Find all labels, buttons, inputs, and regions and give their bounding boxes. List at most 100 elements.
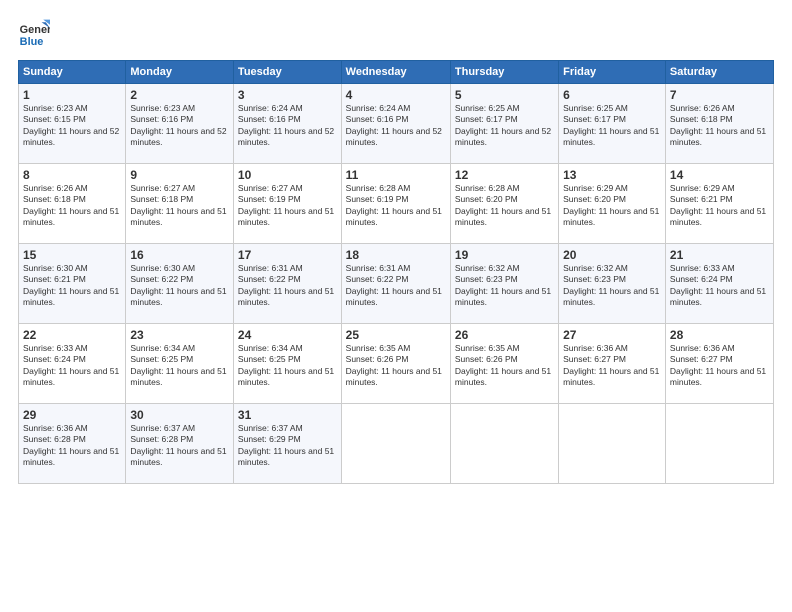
- calendar-header-sunday: Sunday: [19, 61, 126, 84]
- day-number: 23: [130, 328, 229, 342]
- header: General Blue: [18, 18, 774, 50]
- day-number: 19: [455, 248, 554, 262]
- calendar-cell: 20Sunrise: 6:32 AMSunset: 6:23 PMDayligh…: [559, 244, 666, 324]
- calendar-header-wednesday: Wednesday: [341, 61, 450, 84]
- day-info: Sunrise: 6:23 AMSunset: 6:15 PMDaylight:…: [23, 103, 121, 149]
- calendar-cell: 4Sunrise: 6:24 AMSunset: 6:16 PMDaylight…: [341, 84, 450, 164]
- day-number: 6: [563, 88, 661, 102]
- calendar-cell: 5Sunrise: 6:25 AMSunset: 6:17 PMDaylight…: [450, 84, 558, 164]
- day-info: Sunrise: 6:27 AMSunset: 6:18 PMDaylight:…: [130, 183, 229, 229]
- calendar-cell: 24Sunrise: 6:34 AMSunset: 6:25 PMDayligh…: [233, 324, 341, 404]
- calendar-cell: 11Sunrise: 6:28 AMSunset: 6:19 PMDayligh…: [341, 164, 450, 244]
- calendar-week-4: 22Sunrise: 6:33 AMSunset: 6:24 PMDayligh…: [19, 324, 774, 404]
- day-number: 13: [563, 168, 661, 182]
- day-number: 31: [238, 408, 337, 422]
- day-info: Sunrise: 6:29 AMSunset: 6:21 PMDaylight:…: [670, 183, 769, 229]
- calendar-cell: 26Sunrise: 6:35 AMSunset: 6:26 PMDayligh…: [450, 324, 558, 404]
- calendar-cell: 13Sunrise: 6:29 AMSunset: 6:20 PMDayligh…: [559, 164, 666, 244]
- day-info: Sunrise: 6:34 AMSunset: 6:25 PMDaylight:…: [130, 343, 229, 389]
- day-info: Sunrise: 6:32 AMSunset: 6:23 PMDaylight:…: [455, 263, 554, 309]
- day-info: Sunrise: 6:34 AMSunset: 6:25 PMDaylight:…: [238, 343, 337, 389]
- day-info: Sunrise: 6:28 AMSunset: 6:20 PMDaylight:…: [455, 183, 554, 229]
- page: General Blue SundayMondayTuesdayWednesda…: [0, 0, 792, 612]
- day-number: 10: [238, 168, 337, 182]
- day-number: 9: [130, 168, 229, 182]
- calendar-header-thursday: Thursday: [450, 61, 558, 84]
- calendar-cell: 2Sunrise: 6:23 AMSunset: 6:16 PMDaylight…: [126, 84, 234, 164]
- calendar-cell: 15Sunrise: 6:30 AMSunset: 6:21 PMDayligh…: [19, 244, 126, 324]
- day-info: Sunrise: 6:37 AMSunset: 6:28 PMDaylight:…: [130, 423, 229, 469]
- day-number: 27: [563, 328, 661, 342]
- calendar-cell: 22Sunrise: 6:33 AMSunset: 6:24 PMDayligh…: [19, 324, 126, 404]
- day-number: 3: [238, 88, 337, 102]
- day-number: 5: [455, 88, 554, 102]
- day-info: Sunrise: 6:28 AMSunset: 6:19 PMDaylight:…: [346, 183, 446, 229]
- day-info: Sunrise: 6:31 AMSunset: 6:22 PMDaylight:…: [346, 263, 446, 309]
- day-info: Sunrise: 6:27 AMSunset: 6:19 PMDaylight:…: [238, 183, 337, 229]
- calendar-cell: 30Sunrise: 6:37 AMSunset: 6:28 PMDayligh…: [126, 404, 234, 484]
- calendar-header-monday: Monday: [126, 61, 234, 84]
- day-number: 4: [346, 88, 446, 102]
- day-info: Sunrise: 6:24 AMSunset: 6:16 PMDaylight:…: [346, 103, 446, 149]
- calendar-cell: 23Sunrise: 6:34 AMSunset: 6:25 PMDayligh…: [126, 324, 234, 404]
- day-number: 16: [130, 248, 229, 262]
- calendar-cell: 14Sunrise: 6:29 AMSunset: 6:21 PMDayligh…: [665, 164, 773, 244]
- day-info: Sunrise: 6:25 AMSunset: 6:17 PMDaylight:…: [563, 103, 661, 149]
- day-info: Sunrise: 6:36 AMSunset: 6:27 PMDaylight:…: [670, 343, 769, 389]
- day-info: Sunrise: 6:23 AMSunset: 6:16 PMDaylight:…: [130, 103, 229, 149]
- day-number: 18: [346, 248, 446, 262]
- calendar-cell: [559, 404, 666, 484]
- calendar-cell: [450, 404, 558, 484]
- calendar-cell: 25Sunrise: 6:35 AMSunset: 6:26 PMDayligh…: [341, 324, 450, 404]
- calendar-header-row: SundayMondayTuesdayWednesdayThursdayFrid…: [19, 61, 774, 84]
- day-number: 22: [23, 328, 121, 342]
- day-number: 7: [670, 88, 769, 102]
- day-number: 26: [455, 328, 554, 342]
- day-info: Sunrise: 6:32 AMSunset: 6:23 PMDaylight:…: [563, 263, 661, 309]
- day-info: Sunrise: 6:26 AMSunset: 6:18 PMDaylight:…: [670, 103, 769, 149]
- calendar-header-saturday: Saturday: [665, 61, 773, 84]
- calendar-cell: 8Sunrise: 6:26 AMSunset: 6:18 PMDaylight…: [19, 164, 126, 244]
- day-info: Sunrise: 6:33 AMSunset: 6:24 PMDaylight:…: [23, 343, 121, 389]
- calendar-cell: 21Sunrise: 6:33 AMSunset: 6:24 PMDayligh…: [665, 244, 773, 324]
- calendar-week-5: 29Sunrise: 6:36 AMSunset: 6:28 PMDayligh…: [19, 404, 774, 484]
- calendar-table: SundayMondayTuesdayWednesdayThursdayFrid…: [18, 60, 774, 484]
- day-number: 1: [23, 88, 121, 102]
- day-number: 14: [670, 168, 769, 182]
- calendar-cell: 31Sunrise: 6:37 AMSunset: 6:29 PMDayligh…: [233, 404, 341, 484]
- day-number: 25: [346, 328, 446, 342]
- calendar-cell: 7Sunrise: 6:26 AMSunset: 6:18 PMDaylight…: [665, 84, 773, 164]
- day-info: Sunrise: 6:36 AMSunset: 6:28 PMDaylight:…: [23, 423, 121, 469]
- calendar-cell: 19Sunrise: 6:32 AMSunset: 6:23 PMDayligh…: [450, 244, 558, 324]
- day-info: Sunrise: 6:24 AMSunset: 6:16 PMDaylight:…: [238, 103, 337, 149]
- day-number: 21: [670, 248, 769, 262]
- logo: General Blue: [18, 18, 52, 50]
- day-info: Sunrise: 6:30 AMSunset: 6:22 PMDaylight:…: [130, 263, 229, 309]
- day-info: Sunrise: 6:35 AMSunset: 6:26 PMDaylight:…: [455, 343, 554, 389]
- calendar-cell: 6Sunrise: 6:25 AMSunset: 6:17 PMDaylight…: [559, 84, 666, 164]
- calendar-week-3: 15Sunrise: 6:30 AMSunset: 6:21 PMDayligh…: [19, 244, 774, 324]
- calendar-header-tuesday: Tuesday: [233, 61, 341, 84]
- calendar-cell: 1Sunrise: 6:23 AMSunset: 6:15 PMDaylight…: [19, 84, 126, 164]
- calendar-cell: 29Sunrise: 6:36 AMSunset: 6:28 PMDayligh…: [19, 404, 126, 484]
- calendar-cell: 16Sunrise: 6:30 AMSunset: 6:22 PMDayligh…: [126, 244, 234, 324]
- calendar-cell: 28Sunrise: 6:36 AMSunset: 6:27 PMDayligh…: [665, 324, 773, 404]
- calendar-cell: 17Sunrise: 6:31 AMSunset: 6:22 PMDayligh…: [233, 244, 341, 324]
- day-number: 29: [23, 408, 121, 422]
- day-info: Sunrise: 6:29 AMSunset: 6:20 PMDaylight:…: [563, 183, 661, 229]
- day-info: Sunrise: 6:31 AMSunset: 6:22 PMDaylight:…: [238, 263, 337, 309]
- day-number: 30: [130, 408, 229, 422]
- day-number: 24: [238, 328, 337, 342]
- day-info: Sunrise: 6:25 AMSunset: 6:17 PMDaylight:…: [455, 103, 554, 149]
- calendar-cell: 3Sunrise: 6:24 AMSunset: 6:16 PMDaylight…: [233, 84, 341, 164]
- day-number: 12: [455, 168, 554, 182]
- day-number: 20: [563, 248, 661, 262]
- day-number: 8: [23, 168, 121, 182]
- day-info: Sunrise: 6:37 AMSunset: 6:29 PMDaylight:…: [238, 423, 337, 469]
- day-info: Sunrise: 6:26 AMSunset: 6:18 PMDaylight:…: [23, 183, 121, 229]
- day-info: Sunrise: 6:33 AMSunset: 6:24 PMDaylight:…: [670, 263, 769, 309]
- day-number: 17: [238, 248, 337, 262]
- day-number: 11: [346, 168, 446, 182]
- day-number: 28: [670, 328, 769, 342]
- day-number: 15: [23, 248, 121, 262]
